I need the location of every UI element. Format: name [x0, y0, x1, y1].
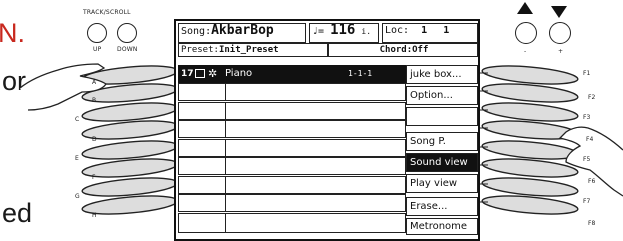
chord-value: Off [412, 45, 429, 55]
preset-label: Preset: [181, 45, 219, 55]
button-label-f8: F8 [588, 220, 596, 227]
menu-play-view[interactable]: Play view [406, 174, 478, 193]
piano-keys-icon [195, 69, 205, 78]
track-row-1[interactable]: 17 ✲ Piano 1-1-1 [178, 65, 406, 83]
location-field[interactable]: Loc: 1 1 [382, 23, 478, 43]
menu-jukebox[interactable]: juke box... [406, 65, 478, 84]
soft-button-f8 [481, 195, 579, 215]
button-label-a: A [92, 79, 97, 86]
button-label-f5: F5 [583, 156, 591, 163]
button-label-f: F [92, 174, 96, 181]
soft-button-f6 [481, 158, 579, 178]
chord-label: Chord: [379, 45, 413, 55]
speaker-icon: ✲ [208, 67, 218, 80]
song-field[interactable]: Song:AkbarBop [178, 23, 306, 43]
track-row-6[interactable] [178, 157, 406, 175]
tempo-value: 116 [330, 23, 356, 38]
menu-sound-view[interactable]: Sound view [406, 153, 478, 172]
button-label-f7: F7 [583, 198, 591, 205]
soft-button-g [81, 177, 179, 197]
menu-erase[interactable]: Erase... [406, 197, 478, 216]
soft-button-f7 [481, 177, 579, 197]
lcd-display: Song:AkbarBop ♩= 116 i. Loc: 1 1 Preset:… [174, 19, 480, 241]
tempo-symbol: ♩= [312, 26, 325, 37]
track-row-selected[interactable]: 17 ✲ Piano 1-1-1 [178, 65, 406, 83]
button-label-f4: F4 [586, 136, 594, 143]
soft-button-f1 [481, 65, 579, 85]
loc-label: Loc: [385, 25, 410, 36]
button-label-d: D [92, 136, 97, 143]
button-label-f6: F6 [588, 178, 596, 185]
button-label-h: H [92, 212, 97, 219]
track-row-3[interactable] [178, 102, 406, 120]
track-number: 17 [181, 69, 194, 79]
tempo-field[interactable]: ♩= 116 i. [309, 23, 379, 43]
tempo-suffix: i. [361, 27, 372, 36]
button-label-e: E [75, 155, 79, 162]
preset-name: Init_Preset [218, 45, 279, 55]
button-label-f2: F2 [588, 94, 596, 101]
button-label-g: G [75, 193, 80, 200]
soft-button-f [81, 158, 179, 178]
track-position: 1-1-1 [348, 69, 373, 78]
track-name: Piano [225, 68, 253, 79]
loc-bar: 1 [421, 25, 428, 36]
button-label-f1: F1 [583, 70, 591, 77]
menu-option[interactable]: Option... [406, 86, 478, 105]
menu-song-p[interactable]: Song P. [406, 132, 478, 151]
track-row-5[interactable] [178, 139, 406, 157]
button-label-f3: F3 [583, 114, 591, 121]
song-name: AkbarBop [211, 23, 274, 38]
track-row-2[interactable] [178, 83, 406, 101]
menu-metronome[interactable]: Metronome [406, 218, 478, 235]
soft-button-f3 [481, 102, 579, 122]
preset-field[interactable]: Preset:Init_Preset [178, 43, 328, 57]
chord-field[interactable]: Chord:Off [328, 43, 478, 57]
soft-button-f2 [481, 83, 579, 103]
track-row-4[interactable] [178, 120, 406, 138]
track-row-9[interactable] [178, 213, 406, 233]
loc-beat: 1 [443, 25, 450, 36]
song-label: Song: [181, 26, 212, 37]
track-row-7[interactable] [178, 176, 406, 194]
track-row-8[interactable] [178, 194, 406, 212]
button-label-b: B [92, 97, 97, 104]
menu-empty[interactable] [406, 107, 478, 126]
button-label-c: C [75, 116, 80, 123]
soft-button-f5 [481, 140, 579, 160]
